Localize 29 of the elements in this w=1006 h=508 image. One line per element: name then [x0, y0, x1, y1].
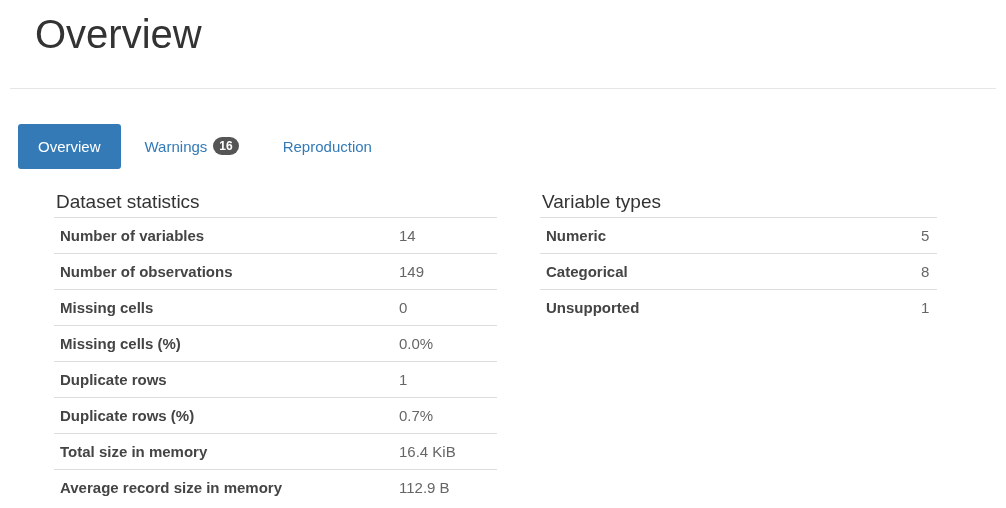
row-value: 5: [915, 217, 937, 254]
row-label: Average record size in memory: [54, 469, 393, 505]
row-value: 0.7%: [393, 397, 497, 434]
row-label: Categorical: [540, 253, 915, 290]
row-label: Number of observations: [54, 253, 393, 290]
row-label: Total size in memory: [54, 433, 393, 470]
row-label: Numeric: [540, 217, 915, 254]
section-heading: Dataset statistics: [55, 191, 201, 214]
row-label: Missing cells (%): [54, 325, 393, 362]
row-label: Missing cells: [54, 289, 393, 326]
tab[interactable]: Overview: [18, 123, 121, 169]
count-badge: 16: [213, 137, 239, 155]
page-title: Overview: [35, 11, 203, 58]
row-value: 112.9 B: [393, 469, 497, 505]
row-label: Number of variables: [54, 217, 393, 254]
row-value: 149: [393, 253, 497, 290]
row-value: 1: [915, 289, 937, 325]
row-label: Duplicate rows (%): [54, 397, 393, 434]
section-heading: Variable types: [541, 191, 662, 214]
row-label: Duplicate rows: [54, 361, 393, 398]
row-value: 0: [393, 289, 497, 326]
row-value: 0.0%: [393, 325, 497, 362]
row-value: 8: [915, 253, 937, 290]
row-label: Unsupported: [540, 289, 915, 325]
tab[interactable]: Warnings 16: [124, 123, 259, 169]
row-value: 14: [393, 217, 497, 254]
row-value: 16.4 KiB: [393, 433, 497, 470]
row-value: 1: [393, 361, 497, 398]
tab[interactable]: Reproduction: [262, 123, 392, 169]
